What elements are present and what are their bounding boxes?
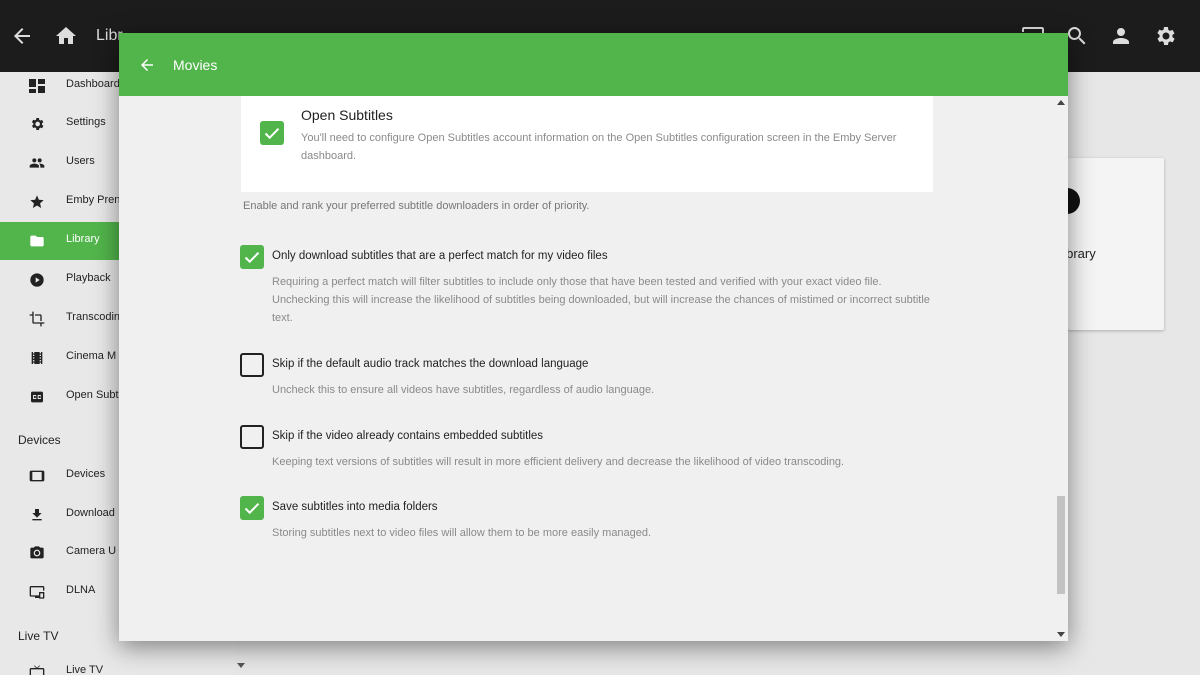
subtitles-icon	[31, 391, 43, 403]
provider-checkbox[interactable]	[260, 121, 284, 145]
save-in-media-folders-checkbox[interactable]	[240, 496, 264, 520]
provider-description: You'll need to configure Open Subtitles …	[301, 132, 897, 162]
option-description: Storing subtitles next to video files wi…	[272, 527, 652, 539]
sidebar-scroll-down-arrow[interactable]	[237, 663, 245, 668]
library-options-dialog: Movies Open Subtitles You'll need to con…	[119, 33, 1068, 641]
perfect-match-checkbox[interactable]	[240, 245, 264, 269]
option-label[interactable]: Save subtitles into media folders	[272, 501, 438, 513]
check-icon	[244, 503, 260, 515]
user-icon[interactable]	[1109, 24, 1133, 48]
crop-icon	[29, 311, 45, 327]
option-label[interactable]: Skip if the video already contains embed…	[272, 430, 543, 442]
skip-embedded-checkbox[interactable]	[240, 425, 264, 449]
play-circle-icon	[30, 273, 44, 287]
users-icon	[29, 158, 45, 168]
provider-hint: Enable and rank your preferred subtitle …	[243, 200, 590, 212]
livetv-heading: Live TV	[18, 629, 59, 643]
option-label[interactable]: Skip if the default audio track matches …	[272, 358, 588, 370]
download-icon	[32, 509, 42, 521]
camera-icon	[30, 546, 44, 559]
sidebar-item-live-tv[interactable]: Live TV	[0, 653, 236, 675]
option-description: Uncheck this to ensure all videos have s…	[272, 384, 655, 396]
search-icon[interactable]	[1065, 24, 1089, 48]
dialog-scrollbar[interactable]	[1054, 96, 1068, 641]
tablet-icon	[29, 470, 45, 482]
option-description: Requiring a perfect match will filter su…	[272, 276, 930, 324]
subtitle-provider-item[interactable]: Open Subtitles You'll need to configure …	[241, 96, 933, 192]
option-label[interactable]: Only download subtitles that are a perfe…	[272, 250, 608, 262]
back-arrow-icon[interactable]	[10, 24, 34, 48]
dashboard-icon	[29, 79, 45, 93]
film-icon	[31, 352, 43, 364]
home-icon[interactable]	[54, 24, 78, 48]
dialog-header: Movies	[119, 33, 1068, 96]
provider-name: Open Subtitles	[301, 107, 393, 123]
back-arrow-icon[interactable]	[138, 56, 156, 74]
skip-audio-match-checkbox[interactable]	[240, 353, 264, 377]
option-description: Keeping text versions of subtitles will …	[272, 456, 845, 468]
gear-icon	[31, 118, 44, 130]
folder-icon	[30, 235, 44, 247]
star-icon	[30, 195, 44, 208]
dlna-icon	[29, 586, 45, 599]
scroll-down-arrow-icon[interactable]	[1057, 632, 1065, 637]
check-icon	[244, 252, 260, 264]
dialog-title: Movies	[173, 57, 218, 73]
gear-icon[interactable]	[1153, 24, 1177, 48]
tv-icon	[29, 665, 45, 675]
check-icon	[264, 128, 280, 140]
add-library-card[interactable]: Library	[1054, 158, 1164, 330]
scrollbar-thumb[interactable]	[1057, 496, 1065, 594]
devices-heading: Devices	[18, 433, 61, 447]
scroll-up-arrow-icon[interactable]	[1057, 100, 1065, 105]
